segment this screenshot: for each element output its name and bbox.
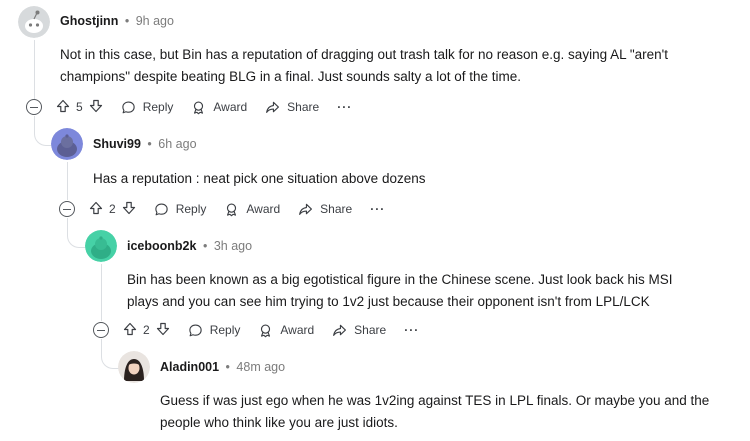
vote-controls: 2 <box>123 322 170 339</box>
downvote-icon <box>89 99 102 112</box>
timestamp[interactable]: 3h ago <box>214 239 252 253</box>
avatar[interactable] <box>118 351 150 383</box>
downvote-icon <box>122 201 135 214</box>
profile-photo-avatar <box>118 351 150 383</box>
comment-line: people who think like you are just idiot… <box>160 415 398 430</box>
downvote-button[interactable] <box>89 99 103 116</box>
upvote-icon <box>89 201 103 214</box>
meta-separator: • <box>147 137 152 151</box>
comment-actions: 2 Reply Award Share ··· <box>93 319 419 341</box>
reply-button[interactable]: Reply <box>154 202 207 217</box>
award-button[interactable]: Award <box>224 202 280 217</box>
timestamp[interactable]: 48m ago <box>236 360 285 374</box>
upvote-button[interactable] <box>89 201 103 218</box>
comment-meta: Aladin001 • 48m ago <box>160 360 285 374</box>
award-button[interactable]: Award <box>258 323 314 338</box>
more-options-button[interactable]: ··· <box>370 202 385 216</box>
comment-actions: 2 Reply Award Share ··· <box>59 198 385 220</box>
collapse-thread-button[interactable] <box>93 322 109 338</box>
thread-line <box>67 162 68 200</box>
comment-body: Has a reputation : neat pick one situati… <box>93 168 733 190</box>
award-icon <box>261 323 271 337</box>
downvote-icon <box>156 322 169 335</box>
snoo-teal-icon <box>85 230 117 262</box>
vote-count: 2 <box>109 202 116 216</box>
vote-count: 2 <box>143 323 150 337</box>
comment-meta: Shuvi99 • 6h ago <box>93 137 197 151</box>
username[interactable]: Shuvi99 <box>93 137 141 151</box>
thread-line <box>34 40 35 100</box>
avatar[interactable] <box>51 128 83 160</box>
comment-meta: Ghostjinn • 9h ago <box>60 14 174 28</box>
more-options-button[interactable]: ··· <box>404 323 419 337</box>
award-icon <box>194 100 204 114</box>
snoo-grey-icon <box>18 6 50 38</box>
username[interactable]: iceboonb2k <box>127 239 196 253</box>
comment-bubble-icon <box>189 324 202 336</box>
comment-line: plays and you can see him trying to 1v2 … <box>127 294 650 309</box>
comment-body: Guess if was just ego when he was 1v2ing… <box>160 390 745 434</box>
reply-label: Reply <box>175 202 207 216</box>
upvote-button[interactable] <box>56 99 70 116</box>
collapse-thread-button[interactable] <box>26 99 42 115</box>
reply-button[interactable]: Reply <box>121 100 174 115</box>
timestamp[interactable]: 6h ago <box>158 137 196 151</box>
timestamp[interactable]: 9h ago <box>136 14 174 28</box>
comment-line: Has a reputation : neat pick one situati… <box>93 171 426 186</box>
award-icon <box>227 202 237 216</box>
meta-separator: • <box>124 14 130 28</box>
thread-line <box>101 264 102 321</box>
username[interactable]: Ghostjinn <box>60 14 118 28</box>
meta-separator: • <box>225 360 230 374</box>
share-button[interactable]: Share <box>265 100 319 115</box>
share-button[interactable]: Share <box>298 202 352 217</box>
upvote-icon <box>56 99 70 112</box>
comment-body: Bin has been known as a big egotistical … <box>127 269 737 313</box>
snoo-blue-icon <box>51 128 83 160</box>
collapse-thread-button[interactable] <box>59 201 75 217</box>
downvote-button[interactable] <box>122 201 136 218</box>
username[interactable]: Aladin001 <box>160 360 219 374</box>
avatar[interactable] <box>85 230 117 262</box>
upvote-icon <box>123 322 137 335</box>
comment-actions: 5 Reply Award Share ··· <box>26 96 352 118</box>
reply-label: Reply <box>142 100 174 114</box>
vote-controls: 2 <box>89 201 136 218</box>
meta-separator: • <box>202 239 208 253</box>
avatar[interactable] <box>18 6 50 38</box>
award-label: Award <box>280 323 315 337</box>
comment-line: Guess if was just ego when he was 1v2ing… <box>160 393 710 408</box>
vote-count: 5 <box>76 100 83 114</box>
award-label: Award <box>213 100 248 114</box>
upvote-button[interactable] <box>123 322 137 339</box>
share-label: Share <box>287 100 320 114</box>
comment-body: Not in this case, but Bin has a reputati… <box>60 44 740 88</box>
downvote-button[interactable] <box>156 322 170 339</box>
comment-line: Not in this case, but Bin has a reputati… <box>60 47 668 62</box>
comment-line: champions" despite beating BLG in a fina… <box>60 69 522 84</box>
reply-button[interactable]: Reply <box>188 323 241 338</box>
comment-bubble-icon <box>122 101 135 113</box>
share-label: Share <box>354 323 387 337</box>
share-arrow-icon <box>299 203 313 215</box>
share-arrow-icon <box>266 101 280 113</box>
reply-label: Reply <box>209 323 241 337</box>
comment-meta: iceboonb2k • 3h ago <box>127 239 252 253</box>
comment-bubble-icon <box>155 203 168 215</box>
award-button[interactable]: Award <box>191 100 247 115</box>
share-arrow-icon <box>333 324 347 336</box>
share-button[interactable]: Share <box>332 323 386 338</box>
vote-controls: 5 <box>56 99 103 116</box>
share-label: Share <box>320 202 353 216</box>
more-options-button[interactable]: ··· <box>337 100 352 114</box>
award-label: Award <box>246 202 281 216</box>
comment-line: Bin has been known as a big egotistical … <box>127 272 673 287</box>
